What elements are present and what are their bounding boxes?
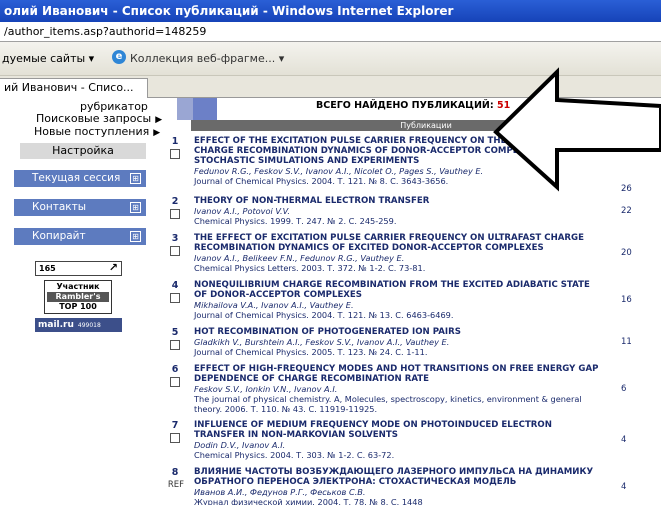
publication-title[interactable]: THEORY OF NON-THERMAL ELECTRON TRANSFER xyxy=(194,196,604,206)
nav-copyright[interactable]: Копирайт ⊞ xyxy=(14,228,146,245)
header-tab-left xyxy=(177,98,193,120)
mailru-counter[interactable]: mail.ru 499018 xyxy=(35,318,122,332)
publication-checkbox[interactable] xyxy=(170,377,180,387)
total-found-label: ВСЕГО НАЙДЕНО ПУБЛИКАЦИЙ: xyxy=(316,100,494,111)
publications-header: Публикации xyxy=(191,120,661,131)
publication-authors: Mikhailova V.A., Ivanov A.I., Vauthey E. xyxy=(194,300,354,310)
publication-checkbox[interactable] xyxy=(170,246,180,256)
publication-index: 2 xyxy=(171,196,179,207)
window-title-bar: олий Иванович - Список публикаций - Wind… xyxy=(0,0,661,22)
nav-new-arrivals-label: Новые поступления xyxy=(34,125,150,138)
tab-bar: ий Иванович - Списо... xyxy=(0,76,661,98)
publication-index: 7 xyxy=(171,420,179,431)
publication-source: Chemical Physics. 1999. Т. 247. № 2. С. … xyxy=(194,216,397,226)
publication-authors: Feskov S.V., Ionkin V.N., Ivanov A.I. xyxy=(194,384,338,394)
expand-icon: ⊞ xyxy=(130,173,141,184)
publication-index: 4 xyxy=(171,280,179,291)
publication-index: 6 xyxy=(171,364,179,375)
publication-index: 5 xyxy=(171,327,179,338)
chevron-down-icon: ▾ xyxy=(278,52,285,65)
publication-ref[interactable]: REF xyxy=(165,480,187,490)
publication-source: The journal of physical chemistry. A, Mo… xyxy=(194,394,582,414)
window-title: олий Иванович - Список публикаций - Wind… xyxy=(4,4,454,18)
address-url[interactable]: /author_items.asp?authorid=148259 xyxy=(4,25,206,38)
publications-header-label: Публикации xyxy=(400,121,452,130)
publication-authors: Gladkikh V., Burshtein A.I., Feskov S.V.… xyxy=(194,337,450,347)
visit-counter-label: 165 xyxy=(39,264,56,273)
nav-settings-label: Настройка xyxy=(52,144,114,157)
chevron-right-icon: ▶ xyxy=(153,128,161,138)
publication-authors: Dodin D.V., Ivanov A.I. xyxy=(194,440,286,450)
publication-title[interactable]: HOT RECOMBINATION OF PHOTOGENERATED ION … xyxy=(194,327,604,337)
nav-copyright-label: Копирайт xyxy=(32,230,86,242)
publication-index: 3 xyxy=(171,233,179,244)
publication-authors: Ivanov A.I., Potovoi V.V. xyxy=(194,206,290,216)
publication-authors: Иванов А.И., Федунов Р.Г., Феськов С.В. xyxy=(194,487,366,497)
publication-index: 8 xyxy=(171,467,179,478)
nav-new-arrivals[interactable]: Новые поступления ▶ xyxy=(34,125,160,138)
publication-checkbox[interactable] xyxy=(170,340,180,350)
total-found-count: 51 xyxy=(496,100,511,111)
publication-citations[interactable]: 4 xyxy=(621,435,626,445)
mailru-number: 499018 xyxy=(77,322,101,329)
ie-icon: e xyxy=(112,50,126,64)
nav-current-session[interactable]: Текущая сессия ⊞ xyxy=(14,170,146,187)
publication-title[interactable]: EFFECT OF THE EXCITATION PULSE CARRIER F… xyxy=(194,136,604,166)
chevron-right-icon: ▶ xyxy=(155,115,163,125)
publication-index: 1 xyxy=(171,136,179,147)
publication-source: Журнал физической химии. 2004. Т. 78. № … xyxy=(194,497,423,505)
publication-source: Chemical Physics. 2004. Т. 303. № 1-2. С… xyxy=(194,450,395,460)
suggested-sites-button[interactable]: дуемые сайты ▾ xyxy=(2,52,94,65)
publication-source: Chemical Physics Letters. 2003. Т. 372. … xyxy=(194,263,426,273)
favorites-bar: дуемые сайты ▾ e Коллекция веб-фрагме...… xyxy=(0,42,661,76)
publication-citations[interactable]: 16 xyxy=(621,295,632,305)
publication-citations[interactable]: 4 xyxy=(621,482,626,492)
publication-authors: Fedunov R.G., Feskov S.V., Ivanov A.I., … xyxy=(194,166,484,176)
publication-title[interactable]: INFLUENCE OF MEDIUM FREQUENCY MODE ON PH… xyxy=(194,420,604,440)
rambler-top100-badge[interactable]: Участник Rambler's TOP 100 xyxy=(44,280,112,314)
rambler-bottom-text: TOP 100 xyxy=(59,302,97,311)
nav-contacts-label: Контакты xyxy=(32,201,87,213)
publication-checkbox[interactable] xyxy=(170,209,180,219)
visit-counter[interactable]: 165 ↗ xyxy=(35,261,122,276)
publication-citations[interactable]: 20 xyxy=(621,248,632,258)
publication-source: Journal of Chemical Physics. 2004. Т. 12… xyxy=(194,176,449,186)
publication-checkbox[interactable] xyxy=(170,293,180,303)
address-bar[interactable]: /author_items.asp?authorid=148259 xyxy=(0,22,661,42)
publication-citations[interactable]: 26 xyxy=(621,184,632,194)
expand-icon: ⊞ xyxy=(130,202,141,213)
total-found: ВСЕГО НАЙДЕНО ПУБЛИКАЦИЙ: 51 xyxy=(316,100,510,111)
browser-tab-label: ий Иванович - Списо... xyxy=(4,81,134,94)
publication-citations[interactable]: 6 xyxy=(621,384,626,394)
arrow-up-right-icon: ↗ xyxy=(108,261,118,274)
publication-title[interactable]: NONEQUILIBRIUM CHARGE RECOMBINATION FROM… xyxy=(194,280,604,300)
nav-contacts[interactable]: Контакты ⊞ xyxy=(14,199,146,216)
rambler-top-text: Участник xyxy=(56,282,100,291)
nav-settings[interactable]: Настройка xyxy=(20,143,146,159)
page-content: рубрикатор Поисковые запросы ▶ Новые пост… xyxy=(0,98,661,505)
publication-authors: Ivanov A.I., Belikeev F.N., Fedunov R.G.… xyxy=(194,253,405,263)
publication-title[interactable]: THE EFFECT OF EXCITATION PULSE CARRIER F… xyxy=(194,233,604,253)
expand-icon: ⊞ xyxy=(130,231,141,242)
web-slice-gallery-label: Коллекция веб-фрагме... xyxy=(130,52,276,65)
publication-checkbox[interactable] xyxy=(170,149,180,159)
publication-source: Journal of Chemical Physics. 2004. Т. 12… xyxy=(194,310,454,320)
publication-checkbox[interactable] xyxy=(170,433,180,443)
publication-title[interactable]: ВЛИЯНИЕ ЧАСТОТЫ ВОЗБУЖДАЮЩЕГО ЛАЗЕРНОГО … xyxy=(194,467,604,487)
publication-citations[interactable]: 11 xyxy=(621,337,632,347)
browser-tab[interactable]: ий Иванович - Списо... xyxy=(0,78,148,98)
publication-source: Journal of Chemical Physics. 2005. Т. 12… xyxy=(194,347,428,357)
publication-citations[interactable]: 22 xyxy=(621,206,632,216)
nav-current-session-label: Текущая сессия xyxy=(32,172,121,184)
chevron-down-icon: ▾ xyxy=(88,52,95,65)
mailru-label: mail.ru xyxy=(38,320,74,330)
publication-title[interactable]: EFFECT OF HIGH-FREQUENCY MODES AND HOT T… xyxy=(194,364,604,384)
web-slice-gallery-button[interactable]: Коллекция веб-фрагме... ▾ xyxy=(130,52,284,65)
suggested-sites-label: дуемые сайты xyxy=(2,52,86,65)
rambler-mid-text: Rambler's xyxy=(47,292,109,302)
nav-search-queries[interactable]: Поисковые запросы ▶ xyxy=(36,112,162,125)
nav-search-queries-label: Поисковые запросы xyxy=(36,112,152,125)
